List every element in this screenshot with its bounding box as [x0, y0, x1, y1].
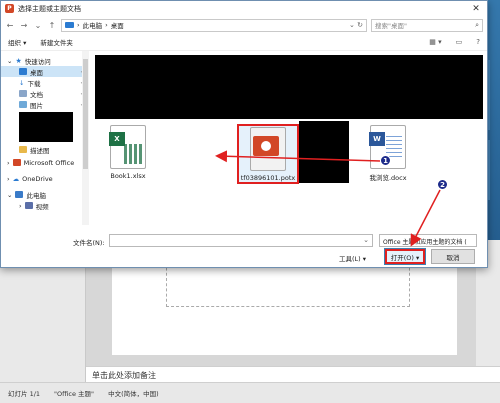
- open-theme-dialog: P 选择主题或主题文档 ✕ ← → ⌄ ↑ › 此电脑 › 桌面 ⌄ ↻ 搜索"…: [0, 0, 488, 268]
- status-bar: 幻灯片 1/1 "Office 主题" 中文(简体，中国): [0, 382, 500, 403]
- office-icon: [12, 159, 21, 166]
- navigation-bar: ← → ⌄ ↑ › 此电脑 › 桌面 ⌄ ↻ 搜索"桌面" ⌕: [1, 16, 487, 34]
- notes-pane[interactable]: 单击此处添加备注: [86, 366, 500, 382]
- folder-icon: [19, 146, 27, 153]
- view-options-icon[interactable]: ▦ ▾: [429, 38, 441, 46]
- file-name: 我浏览.docx: [369, 174, 407, 182]
- nav-downloads[interactable]: ↓ 下载✓: [1, 77, 89, 88]
- breadcrumb-desktop[interactable]: 桌面: [111, 20, 124, 30]
- nav-microsoft-office[interactable]: › Microsoft Office: [1, 157, 89, 168]
- nav-folder[interactable]: 描述图: [1, 144, 89, 155]
- cancel-button[interactable]: 取消: [431, 249, 475, 264]
- file-name: Book1.xlsx: [110, 172, 146, 180]
- organize-button[interactable]: 组织 ▾: [8, 37, 26, 47]
- redacted-region: [299, 121, 349, 183]
- refresh-icon[interactable]: ⌄ ↻: [349, 21, 363, 29]
- back-arrow-icon[interactable]: ←: [5, 21, 15, 30]
- powerpoint-app-icon: P: [5, 4, 14, 13]
- dialog-titlebar: P 选择主题或主题文档 ✕: [1, 1, 487, 16]
- nav-onedrive[interactable]: › ☁ OneDrive: [1, 173, 89, 184]
- star-icon: ★: [15, 56, 22, 65]
- search-placeholder: 搜索"桌面": [375, 22, 407, 30]
- cloud-icon: ☁: [12, 174, 20, 183]
- address-bar[interactable]: › 此电脑 › 桌面 ⌄ ↻: [61, 18, 367, 32]
- dialog-toolbar: 组织 ▾ 新建文件夹 ▦ ▾ ▭ ?: [1, 34, 487, 51]
- filename-input[interactable]: ⌄: [109, 234, 373, 247]
- open-button[interactable]: 打开(O) ▾: [384, 248, 426, 265]
- dialog-footer: 文件名(N): ⌄ Office 主题和应用主题的文档 ( 工具(L) ▾ 打开…: [1, 231, 487, 267]
- nav-pictures[interactable]: 图片✓: [1, 99, 89, 110]
- nav-documents[interactable]: 文档✓: [1, 88, 89, 99]
- help-icon[interactable]: ?: [476, 38, 480, 46]
- step-marker-1: 1: [380, 155, 391, 166]
- powerpoint-template-icon: [250, 127, 286, 171]
- file-list: X Book1.xlsx tf03896101.potx W 我浏览.docx: [89, 51, 487, 225]
- nav-desktop[interactable]: 桌面✓: [1, 66, 89, 77]
- close-icon[interactable]: ✕: [469, 4, 483, 14]
- status-theme: "Office 主题": [54, 390, 95, 398]
- filename-label: 文件名(N):: [73, 239, 105, 247]
- navigation-pane: ⌄★ 快速访问 桌面✓ ↓ 下载✓ 文档✓ 图片✓ 描述图: [1, 51, 89, 225]
- dialog-body: ⌄★ 快速访问 桌面✓ ↓ 下载✓ 文档✓ 图片✓ 描述图: [1, 51, 487, 225]
- redacted-region: [19, 112, 73, 142]
- new-folder-button[interactable]: 新建文件夹: [40, 37, 73, 47]
- file-type-filter[interactable]: Office 主题和应用主题的文档 (: [379, 234, 477, 247]
- preview-pane-icon[interactable]: ▭: [456, 38, 463, 46]
- desktop-folder-icon: [19, 68, 27, 75]
- nav-scrollbar[interactable]: [82, 51, 89, 225]
- pictures-icon: [19, 101, 27, 108]
- recent-dropdown-icon[interactable]: ⌄: [33, 21, 43, 30]
- video-icon: [24, 202, 33, 209]
- nav-quick-access[interactable]: ⌄ ★ 快速访问: [1, 55, 89, 66]
- file-name: tf03896101.potx: [240, 174, 296, 182]
- folder-icon: [65, 22, 74, 28]
- excel-file-icon: X: [109, 125, 146, 169]
- chevron-down-icon[interactable]: ⌄: [363, 236, 369, 244]
- redacted-region: [95, 55, 483, 119]
- status-language: 中文(简体，中国): [108, 390, 159, 398]
- file-item-xlsx[interactable]: X Book1.xlsx: [97, 125, 159, 180]
- documents-icon: [19, 90, 27, 97]
- tools-button[interactable]: 工具(L) ▾: [339, 253, 366, 263]
- dialog-title: 选择主题或主题文档: [18, 4, 81, 13]
- search-input[interactable]: 搜索"桌面" ⌕: [371, 18, 483, 32]
- nav-this-pc[interactable]: ⌄ 此电脑: [1, 189, 89, 200]
- step-marker-2: 2: [437, 179, 448, 190]
- breadcrumb-this-pc[interactable]: 此电脑: [83, 20, 103, 30]
- search-icon[interactable]: ⌕: [475, 21, 479, 30]
- status-slide-count: 幻灯片 1/1: [8, 390, 41, 398]
- nav-videos[interactable]: › 视频: [1, 200, 89, 211]
- up-arrow-icon[interactable]: ↑: [47, 21, 57, 30]
- forward-arrow-icon[interactable]: →: [19, 21, 29, 30]
- download-icon: ↓: [19, 78, 25, 87]
- file-item-docx[interactable]: W 我浏览.docx: [357, 125, 419, 182]
- file-item-potx[interactable]: tf03896101.potx: [237, 127, 299, 182]
- computer-icon: [15, 191, 24, 198]
